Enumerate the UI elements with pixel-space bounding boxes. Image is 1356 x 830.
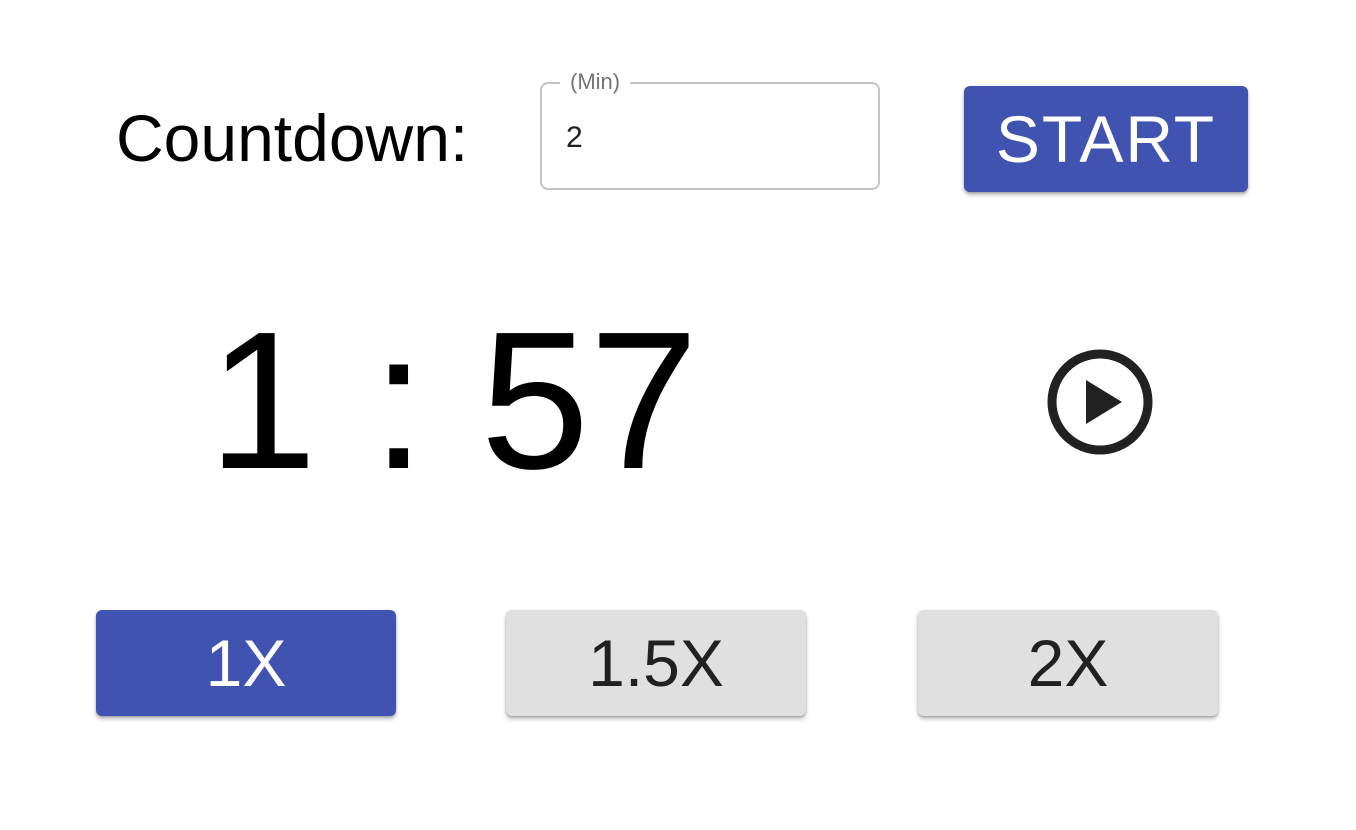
speed-1x-button[interactable]: 1X <box>96 610 396 716</box>
minutes-field-legend: (Min) <box>560 69 631 95</box>
minutes-field[interactable]: (Min) <box>540 69 880 190</box>
speed-2x-button[interactable]: 2X <box>918 610 1218 716</box>
countdown-label: Countdown: <box>116 101 469 175</box>
play-button[interactable] <box>1044 346 1156 458</box>
start-button[interactable]: START <box>964 86 1248 192</box>
minutes-input[interactable] <box>566 118 856 158</box>
speed-1-5x-button[interactable]: 1.5X <box>506 610 806 716</box>
timer-display: 1 : 57 <box>208 291 699 510</box>
play-circle-outline-icon <box>1047 349 1153 455</box>
